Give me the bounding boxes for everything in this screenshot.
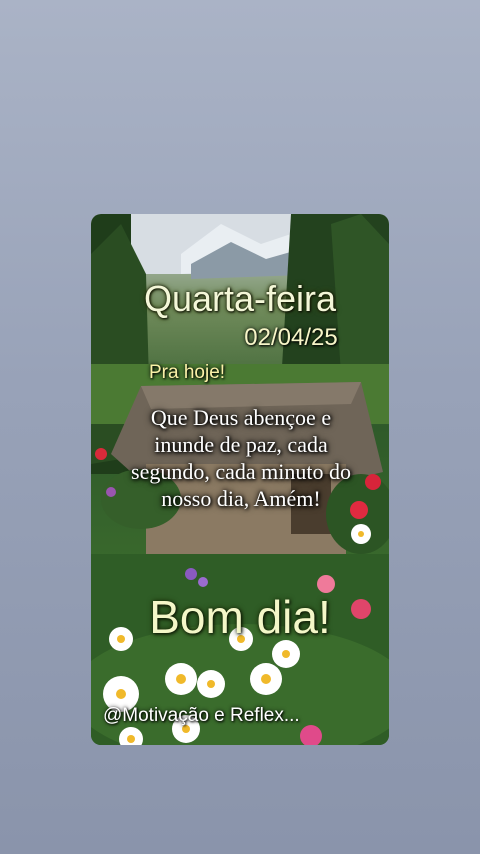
screen: { "post": { "weekday": "Quarta-feira", "… bbox=[0, 0, 480, 854]
prayer-message: Que Deus abençoe e inunde de paz, cada s… bbox=[131, 405, 351, 511]
watermark-handle: @Motivação e Reflex... bbox=[103, 705, 300, 726]
weekday-title: Quarta-feira bbox=[143, 278, 337, 319]
date-label: 02/04/25 bbox=[244, 324, 338, 351]
greeting-title: Bom dia! bbox=[149, 591, 331, 643]
image-card[interactable]: Quarta-feira 02/04/25 Pra hoje! Que Deus… bbox=[91, 214, 389, 745]
intro-label: Pra hoje! bbox=[149, 362, 226, 383]
